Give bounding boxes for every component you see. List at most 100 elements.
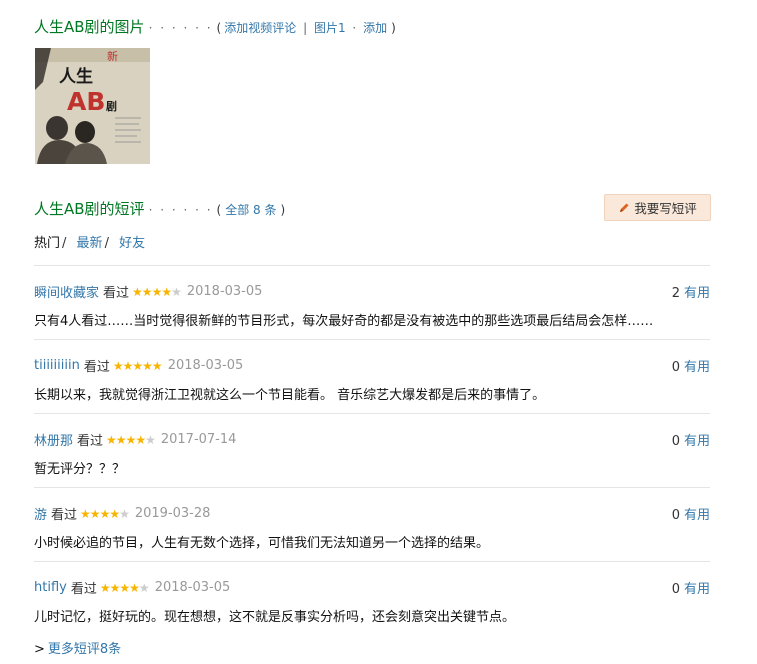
- review-date: 2017-07-14: [160, 432, 237, 447]
- review-text: 小时候必追的节目，人生有无数个选择，可惜我们无法知道另一个选择的结果。: [34, 536, 490, 551]
- review-user-link[interactable]: tiiiiiiiiin: [34, 358, 80, 373]
- star-filled-icon: ★: [125, 432, 137, 447]
- review-meta: 瞬间收藏家 看过 ★ ★ ★ ★ ★ 2018-03-05: [34, 282, 262, 301]
- tab-separator: /: [62, 236, 67, 251]
- review-status: 看过: [70, 582, 97, 597]
- star-filled-icon: ★: [106, 432, 117, 447]
- star-empty-icon: ★: [119, 506, 130, 521]
- write-review-button[interactable]: 我要写短评: [604, 194, 711, 221]
- paren-close: ): [280, 203, 286, 217]
- tab-hot[interactable]: 热门: [34, 236, 60, 251]
- useful-vote-link[interactable]: 有用: [684, 582, 710, 597]
- all-reviews-link[interactable]: 全部 8 条: [225, 201, 276, 218]
- review-useful: 0 有用: [672, 504, 710, 523]
- review-useful: 0 有用: [672, 578, 710, 597]
- star-filled-icon: ★: [135, 432, 146, 447]
- useful-count: 0: [671, 360, 680, 375]
- review-tabs: 热门 / 最新 / 好友: [34, 232, 147, 251]
- review-text: 暂无评分？？？: [34, 462, 126, 477]
- more-reviews: > 更多短评8条: [34, 638, 121, 657]
- review-item: 游看过 ★ ★ ★ ★ ★ 2019-03-28 0 有用 小时候必追的节目，人生有无数个选择，可…: [34, 488, 710, 562]
- star-empty-icon: ★: [138, 580, 150, 595]
- paren-open: (: [216, 21, 222, 35]
- useful-vote-link[interactable]: 有用: [684, 508, 710, 523]
- tab-latest[interactable]: 最新: [77, 236, 103, 251]
- review-item: tiiiiiiiiin 看过 ★ ★ ★ ★ ★ 2018-03-05 0 有用 长期以来，我就觉得…: [34, 340, 710, 414]
- review-date: 2018-03-05: [186, 284, 263, 299]
- star-filled-icon: ★: [151, 358, 163, 373]
- review-item: 林册那 看过 ★ ★ ★ ★ ★ 2017-07-14 0 有用 暂无评分？？？: [34, 414, 710, 488]
- review-user-link[interactable]: 游: [34, 504, 47, 523]
- review-useful: 2 有用: [672, 282, 710, 301]
- star-filled-icon: ★: [115, 432, 127, 447]
- title-dots: · · · · · ·: [148, 203, 213, 217]
- star-filled-icon: ★: [129, 580, 140, 595]
- review-status: 看过: [51, 508, 78, 523]
- star-filled-icon: ★: [132, 284, 143, 299]
- star-filled-icon: ★: [109, 506, 120, 521]
- review-date: 2018-03-05: [167, 358, 244, 373]
- review-date: 2018-03-05: [154, 580, 231, 595]
- write-review-label: 我要写短评: [634, 201, 697, 216]
- add-photo-link[interactable]: 添加: [363, 21, 387, 35]
- poster-photo[interactable]: 新 人生 AB 剧: [35, 48, 150, 164]
- review-rating: ★ ★ ★ ★ ★: [132, 284, 182, 299]
- star-filled-icon: ★: [132, 358, 143, 373]
- photos-count-link[interactable]: 图片1: [314, 21, 346, 35]
- star-filled-icon: ★: [99, 580, 111, 595]
- useful-vote-link[interactable]: 有用: [684, 434, 710, 449]
- review-text: 长期以来，我就觉得浙江卫视就这么一个节目能看。 音乐综艺大爆发都是后来的事情了。: [34, 388, 546, 403]
- more-arrow: >: [34, 642, 45, 657]
- review-user-link[interactable]: htifly: [34, 580, 67, 595]
- star-filled-icon: ★: [80, 506, 91, 521]
- star-filled-icon: ★: [119, 580, 130, 595]
- title-dots: · · · · · ·: [148, 21, 213, 35]
- review-item: 瞬间收藏家 看过 ★ ★ ★ ★ ★ 2018-03-05 2 有用只有4人看过……当时觉得很新鲜…: [34, 266, 710, 340]
- pipe-separator: |: [303, 21, 308, 35]
- reviews-section-header: 人生AB剧的短评 · · · · · · ( 全部 8 条 ): [34, 198, 285, 219]
- star-filled-icon: ★: [141, 284, 153, 299]
- useful-count: 0: [671, 434, 680, 449]
- review-user-link[interactable]: 瞬间收藏家: [34, 282, 99, 301]
- review-user-link[interactable]: 林册那: [34, 430, 73, 449]
- star-filled-icon: ★: [99, 506, 111, 521]
- star-filled-icon: ★: [112, 358, 124, 373]
- review-rating: ★ ★ ★ ★ ★: [106, 432, 156, 447]
- reviews-section-title: 人生AB剧的短评: [34, 200, 145, 218]
- star-filled-icon: ★: [122, 358, 134, 373]
- review-status: 看过: [83, 360, 110, 375]
- star-empty-icon: ★: [145, 432, 156, 447]
- review-list: 瞬间收藏家 看过 ★ ★ ★ ★ ★ 2018-03-05 2 有用 只有4人看过……当时觉得很新鲜…: [34, 265, 710, 636]
- tab-friends[interactable]: 好友: [119, 236, 145, 251]
- review-meta: 林册那 看过 ★ ★ ★ ★ ★ 2017-07-14: [34, 430, 236, 449]
- review-status: 看过: [77, 434, 104, 449]
- star-filled-icon: ★: [142, 358, 153, 373]
- tab-separator: /: [104, 236, 109, 251]
- star-filled-icon: ★: [109, 580, 121, 595]
- review-meta: tiiiiiiiiin 看过 ★ ★ ★ ★ ★ 2018-03-05: [34, 356, 243, 375]
- dot-separator: ·: [352, 21, 357, 35]
- review-useful: 0 有用: [672, 356, 710, 375]
- photos-section-header: 人生AB剧的图片 · · · · · · ( 添加视频评论 | 图片1 · 添加…: [34, 16, 396, 37]
- review-text: 儿时记忆，挺好玩的。现在想想，这不就是反事实分析吗，还会刻意突出关键节点。: [34, 610, 516, 625]
- poster-title-ab: AB: [67, 87, 105, 116]
- review-meta: htifly 看过 ★ ★ ★ ★ ★ 2018-03-05: [34, 578, 230, 597]
- review-rating: ★ ★ ★ ★ ★: [112, 358, 163, 373]
- review-rating: ★ ★ ★ ★ ★: [99, 580, 150, 595]
- review-useful: 0 有用: [672, 430, 710, 449]
- more-reviews-link[interactable]: 更多短评8条: [48, 642, 121, 657]
- photos-section-title: 人生AB剧的图片: [34, 18, 145, 36]
- useful-vote-link[interactable]: 有用: [684, 286, 710, 301]
- star-filled-icon: ★: [89, 506, 101, 521]
- star-filled-icon: ★: [161, 284, 172, 299]
- add-video-review-link[interactable]: 添加视频评论: [224, 21, 296, 35]
- review-date: 2019-03-28: [134, 506, 211, 521]
- useful-count: 0: [671, 582, 680, 597]
- review-status: 看过: [103, 286, 130, 301]
- useful-vote-link[interactable]: 有用: [684, 360, 710, 375]
- poster-title-drama: 剧: [106, 99, 117, 113]
- review-text: 只有4人看过……当时觉得很新鲜的节目形式，每次最好奇的都是没有被选中的那些选项最…: [34, 314, 654, 329]
- useful-count: 0: [671, 508, 680, 523]
- paren-open: (: [216, 203, 222, 217]
- paren-close: ): [391, 21, 396, 35]
